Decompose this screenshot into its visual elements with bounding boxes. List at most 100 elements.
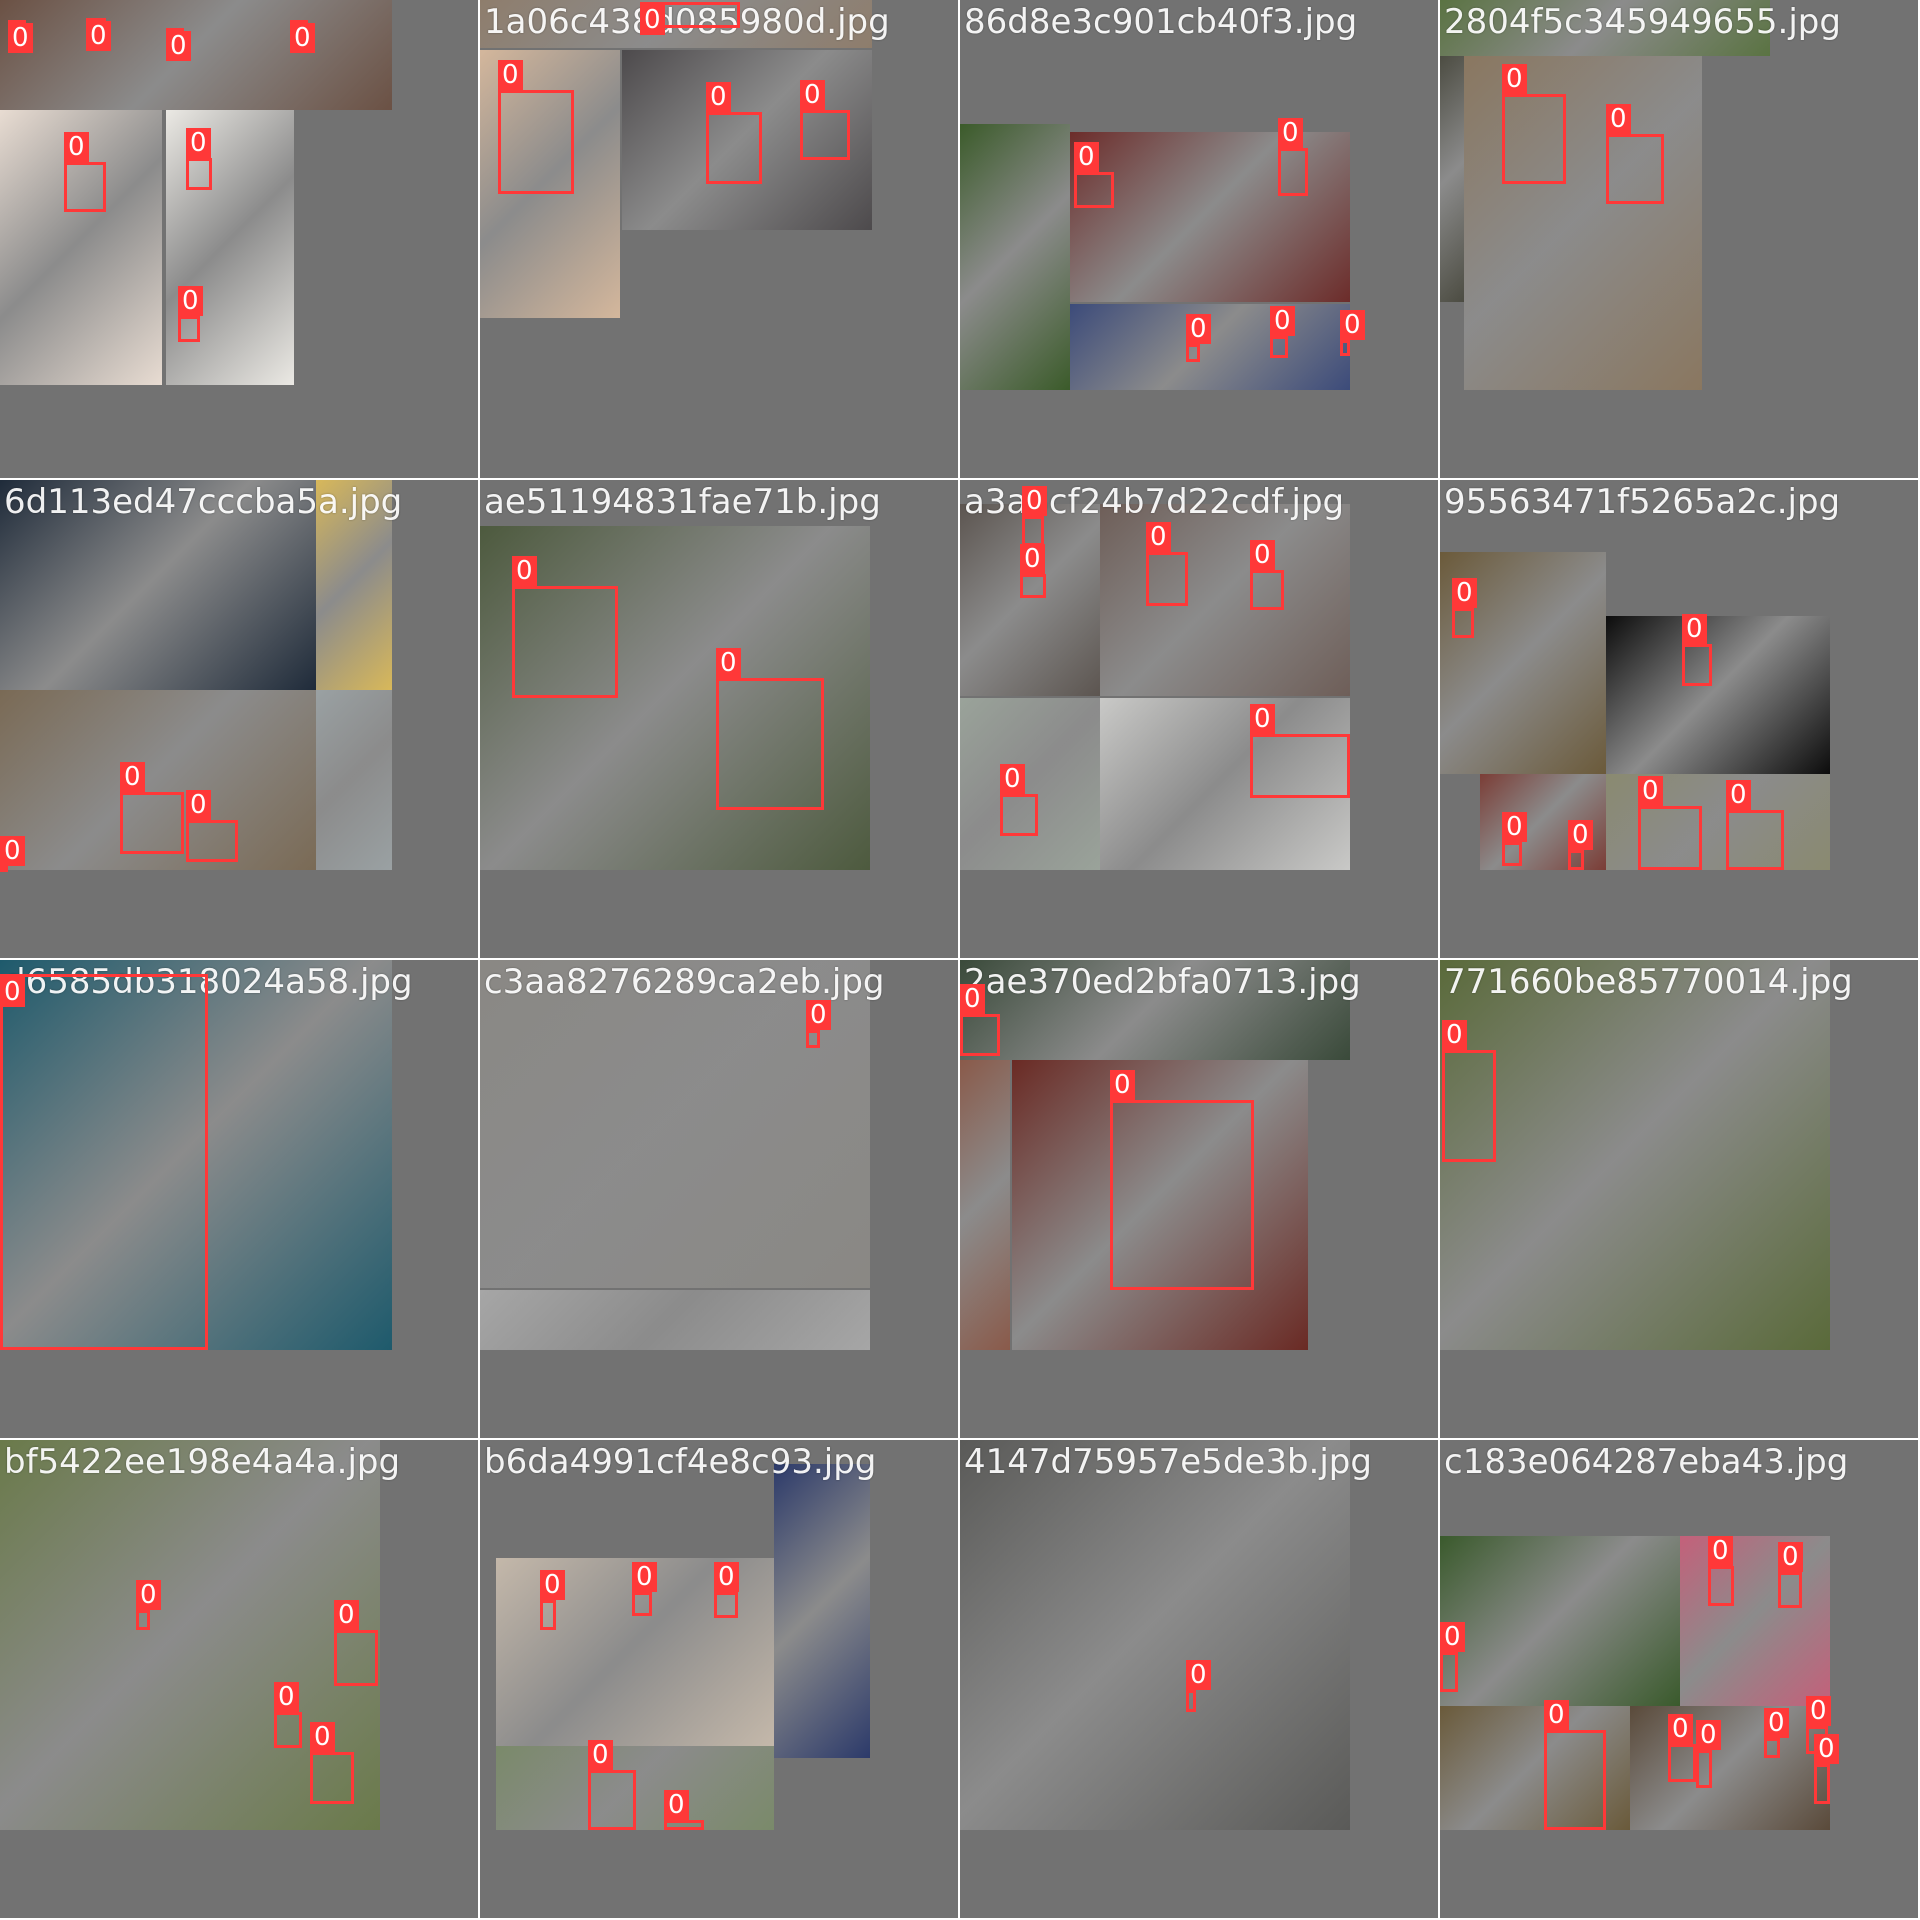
face-bounding-box: 0 (1146, 522, 1188, 606)
face-bounding-box: 0 (1708, 1536, 1734, 1606)
class-id-tag: 0 (64, 132, 89, 162)
face-bounding-box: 0 (1020, 544, 1046, 598)
face-bounding-box: 0 (1682, 614, 1712, 686)
class-id-tag: 0 (290, 23, 315, 53)
class-id-tag: 0 (1726, 780, 1751, 810)
class-id-tag: 0 (632, 1562, 657, 1592)
class-id-tag: 0 (1110, 1070, 1135, 1100)
image-tile: d6585db318024a58.jpg 0 (0, 960, 480, 1440)
face-bounding-box: 0 (512, 556, 618, 698)
class-id-tag: 0 (1146, 522, 1171, 552)
image-filename-label: ae51194831fae71b.jpg (484, 482, 881, 522)
class-id-tag: 0 (1764, 1708, 1789, 1738)
face-bounding-box: 0 (1764, 1708, 1789, 1758)
face-bounding-box: 0 (0, 836, 25, 872)
image-tile: 771660be85770014.jpg 0 (1440, 960, 1920, 1440)
class-id-tag: 0 (1186, 1660, 1211, 1690)
image-tile: 2ae370ed2bfa0713.jpg 0 0 (960, 960, 1440, 1440)
class-id-tag: 0 (716, 648, 741, 678)
photo-crop (1440, 56, 1464, 302)
face-bounding-box: 0 (1814, 1734, 1839, 1804)
face-bounding-box: 0 (1568, 820, 1593, 870)
photo-crop (1440, 1536, 1680, 1706)
class-id-tag: 0 (960, 984, 985, 1014)
face-bounding-box: 0 (1696, 1720, 1721, 1788)
image-filename-label: c3aa8276289ca2eb.jpg (484, 962, 885, 1002)
class-id-tag: 0 (136, 1580, 161, 1610)
face-bounding-box: 0 (1186, 314, 1211, 362)
class-id-tag: 0 (1186, 314, 1211, 344)
face-bounding-box: 0 (640, 2, 740, 35)
class-id-tag: 0 (1250, 704, 1275, 734)
image-tile: 86d8e3c901cb40f3.jpg 0 0 0 0 0 (960, 0, 1440, 480)
image-tile: 6d113ed47cccba5a.jpg 0 0 0 (0, 480, 480, 960)
image-filename-label: 2ae370ed2bfa0713.jpg (964, 962, 1361, 1002)
photo-crop (480, 1290, 870, 1350)
class-id-tag: 0 (120, 762, 145, 792)
face-bounding-box: 0 (806, 1000, 831, 1048)
image-filename-label: 95563471f5265a2c.jpg (1444, 482, 1841, 522)
class-id-tag: 0 (1708, 1536, 1733, 1566)
class-id-tag: 0 (1502, 64, 1527, 94)
photo-crop (1680, 1536, 1830, 1706)
class-id-tag: 0 (540, 1570, 565, 1600)
class-id-tag: 0 (86, 21, 111, 51)
image-filename-label: 771660be85770014.jpg (1444, 962, 1853, 1002)
class-id-tag: 0 (1452, 578, 1477, 608)
image-tile: ae51194831fae71b.jpg 0 0 (480, 480, 960, 960)
class-id-tag: 0 (0, 977, 25, 1007)
face-bounding-box: 0 (800, 80, 850, 160)
face-bounding-box: 0 (1606, 104, 1664, 204)
photo-crop (774, 1464, 870, 1758)
class-id-tag: 0 (1544, 1700, 1569, 1730)
face-bounding-box: 0 (1778, 1542, 1803, 1608)
face-bounding-box: 0 (632, 1562, 657, 1616)
class-id-tag: 0 (178, 286, 203, 316)
image-tile: 0 0 0 0 0 0 0 (0, 0, 480, 480)
image-tile: 4147d75957e5de3b.jpg 0 (960, 1440, 1440, 1920)
class-id-tag: 0 (1778, 1542, 1803, 1572)
face-bounding-box: 0 (1440, 1622, 1465, 1692)
image-filename-label: c183e064287eba43.jpg (1444, 1442, 1849, 1482)
face-bounding-box: 0 (120, 762, 184, 854)
class-id-tag: 0 (1250, 540, 1275, 570)
class-id-tag: 0 (1442, 1020, 1467, 1050)
class-id-tag: 0 (640, 5, 665, 35)
face-bounding-box: 0 (1270, 306, 1295, 358)
face-bounding-box: 0 (714, 1562, 739, 1618)
image-tile: c183e064287eba43.jpg 0 0 0 0 0 0 0 0 0 (1440, 1440, 1920, 1920)
class-id-tag: 0 (186, 128, 211, 158)
photo-crop (960, 1060, 1010, 1350)
face-bounding-box: 0 (64, 132, 106, 212)
face-bounding-box: 0 (0, 974, 208, 1350)
face-bounding-box: 0 (136, 1580, 161, 1630)
class-id-tag: 0 (1270, 306, 1295, 336)
face-bounding-box: 0 (1110, 1070, 1254, 1290)
class-id-tag: 0 (8, 23, 33, 53)
image-tile: 95563471f5265a2c.jpg 0 0 0 0 0 0 (1440, 480, 1920, 960)
class-id-tag: 0 (166, 31, 191, 61)
face-bounding-box: 0 (540, 1570, 565, 1630)
image-tile: b6da4991cf4e8c93.jpg 0 0 0 0 0 (480, 1440, 960, 1920)
class-id-tag: 0 (1502, 812, 1527, 842)
class-id-tag: 0 (806, 1000, 831, 1030)
face-bounding-box: 0 (1000, 764, 1038, 836)
face-bounding-box: 0 (716, 648, 824, 810)
image-tile: a3a8cf24b7d22cdf.jpg 0 0 0 0 0 0 (960, 480, 1440, 960)
class-id-tag: 0 (800, 80, 825, 110)
class-id-tag: 0 (706, 82, 731, 112)
class-id-tag: 0 (588, 1740, 613, 1770)
class-id-tag: 0 (334, 1600, 359, 1630)
class-id-tag: 0 (1340, 310, 1365, 340)
class-id-tag: 0 (1020, 544, 1045, 574)
photo-crop (1100, 504, 1350, 696)
face-bounding-box: 0 (1502, 812, 1527, 866)
image-filename-label: 2804f5c345949655.jpg (1444, 2, 1841, 42)
face-bounding-box: 0 (8, 20, 33, 53)
detection-mosaic: 0 0 0 0 0 0 0 1a06c438d085980d.jpg 0 0 0 0 86d8e3c90… (0, 0, 1920, 1920)
face-bounding-box: 0 (1442, 1020, 1496, 1162)
face-bounding-box: 0 (1638, 776, 1702, 870)
face-bounding-box: 0 (1186, 1660, 1211, 1712)
face-bounding-box: 0 (1278, 118, 1308, 196)
class-id-tag: 0 (310, 1722, 335, 1752)
